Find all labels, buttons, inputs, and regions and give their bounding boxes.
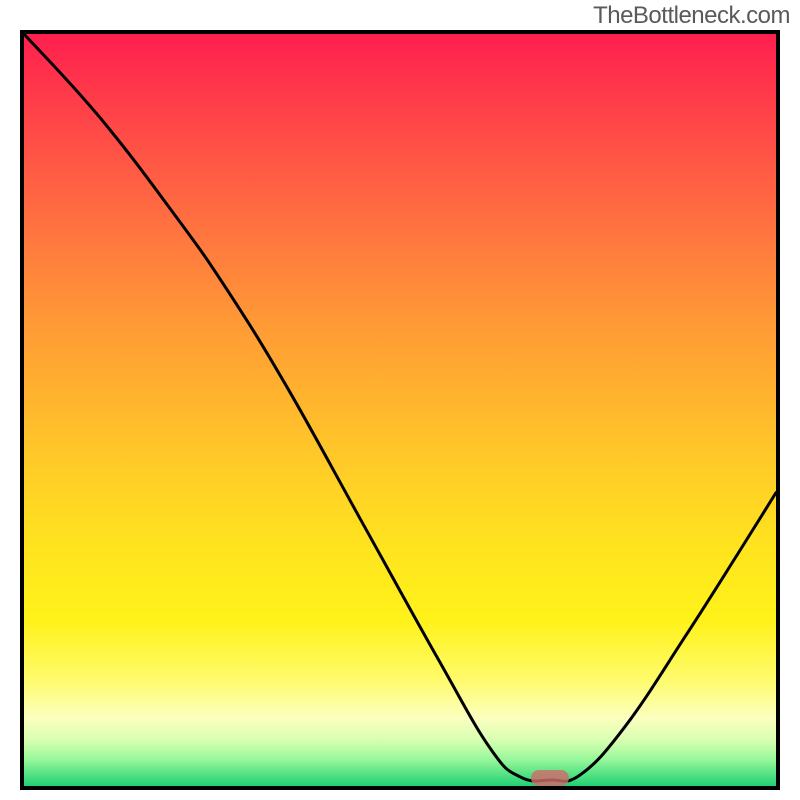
bottleneck-curve-svg xyxy=(24,34,776,786)
watermark-text: TheBottleneck.com xyxy=(593,2,790,30)
bottleneck-curve-path xyxy=(24,34,776,781)
chart-plot xyxy=(20,30,780,790)
minimum-marker-pill xyxy=(531,770,569,786)
